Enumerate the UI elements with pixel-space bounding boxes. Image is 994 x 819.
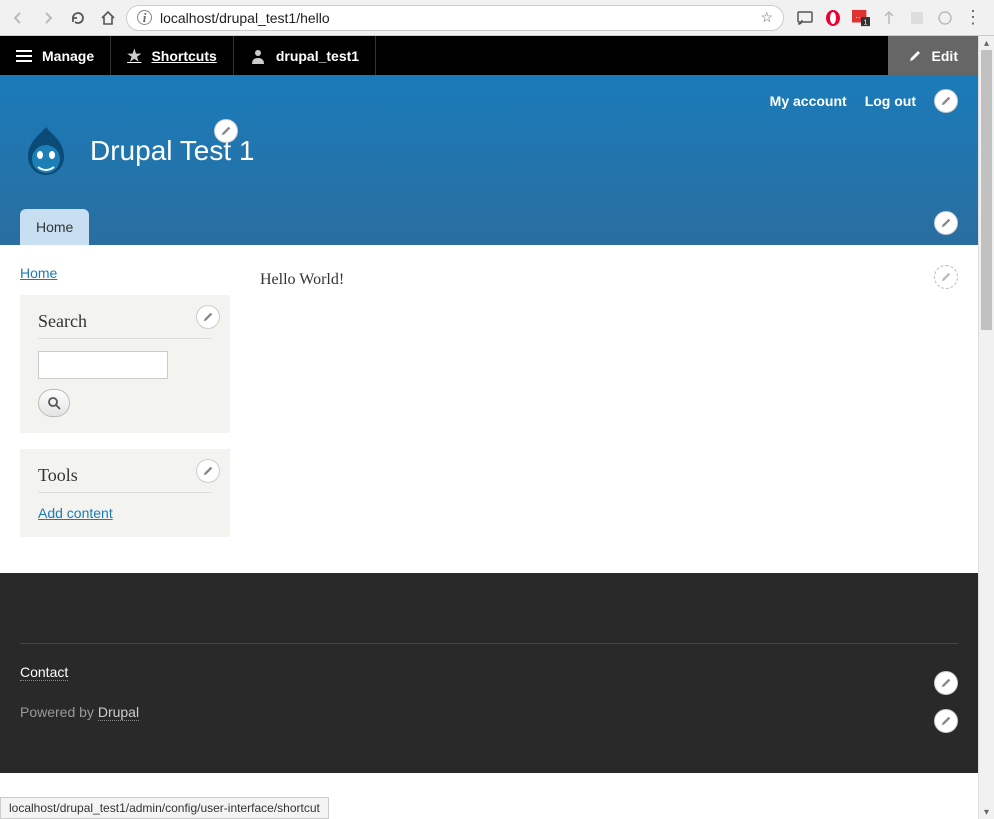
extension-icon-3[interactable] [908, 9, 926, 27]
pencil-icon [908, 49, 922, 63]
extension-badge-icon[interactable]: ⋯1 [852, 9, 870, 27]
search-block: Search [20, 295, 230, 433]
admin-toolbar: Manage ★ Shortcuts drupal_test1 Edit [0, 36, 978, 75]
manage-button[interactable]: Manage [0, 36, 111, 75]
breadcrumb: Home [20, 265, 230, 281]
user-menu-button[interactable]: drupal_test1 [234, 36, 376, 75]
tools-block-title: Tools [38, 465, 212, 493]
edit-tools-block-button[interactable] [196, 459, 220, 483]
drupal-link[interactable]: Drupal [98, 704, 139, 721]
manage-label: Manage [42, 48, 94, 64]
scroll-thumb[interactable] [981, 50, 992, 330]
browser-menu-icon[interactable]: ⋮ [964, 9, 982, 27]
home-button[interactable] [96, 6, 120, 30]
extension-icon-2[interactable] [880, 9, 898, 27]
edit-mode-button[interactable]: Edit [888, 36, 978, 75]
footer-divider [20, 643, 958, 644]
nav-tab-home[interactable]: Home [20, 209, 89, 245]
powered-by: Powered by Drupal [20, 704, 958, 720]
status-bar: localhost/drupal_test1/admin/config/user… [0, 797, 329, 819]
my-account-link[interactable]: My account [770, 93, 847, 109]
pencil-icon [202, 311, 214, 323]
logout-link[interactable]: Log out [865, 93, 916, 109]
primary-nav: Home [0, 209, 978, 245]
extension-icon-4[interactable] [936, 9, 954, 27]
back-icon [10, 10, 26, 26]
pencil-icon [940, 95, 952, 107]
vertical-scrollbar[interactable]: ▴ ▾ [978, 36, 994, 819]
url-text: localhost/drupal_test1/hello [160, 10, 752, 26]
opera-icon[interactable] [824, 9, 842, 27]
search-block-title: Search [38, 311, 212, 339]
info-icon[interactable]: i [137, 10, 152, 25]
forward-icon [40, 10, 56, 26]
home-icon [100, 10, 116, 26]
back-button[interactable] [6, 6, 30, 30]
edit-footer-powered-button[interactable] [934, 709, 958, 733]
pencil-icon [940, 217, 952, 229]
pencil-icon [220, 125, 232, 137]
search-input[interactable] [38, 351, 168, 379]
shortcuts-label: Shortcuts [151, 48, 216, 64]
hamburger-icon [16, 50, 32, 62]
user-label: drupal_test1 [276, 48, 359, 64]
scroll-down-icon[interactable]: ▾ [979, 805, 994, 819]
site-branding: Drupal Test 1 [0, 123, 978, 209]
edit-content-button[interactable] [934, 265, 958, 289]
svg-text:1: 1 [864, 17, 868, 26]
footer: Contact Powered by Drupal [0, 573, 978, 773]
edit-label: Edit [932, 48, 958, 64]
reload-icon [70, 10, 86, 26]
contact-link[interactable]: Contact [20, 664, 68, 681]
pencil-icon [202, 465, 214, 477]
pencil-icon [940, 271, 952, 283]
powered-prefix: Powered by [20, 704, 98, 720]
search-icon [47, 396, 61, 410]
main-content-wrapper: Home Search Tools Add content Hello Wo [0, 245, 978, 573]
edit-branding-button[interactable] [214, 119, 238, 143]
breadcrumb-home-link[interactable]: Home [20, 265, 57, 281]
search-submit-button[interactable] [38, 389, 70, 417]
pencil-icon [940, 677, 952, 689]
content-area: Hello World! [260, 265, 958, 553]
reload-button[interactable] [66, 6, 90, 30]
header-region: My account Log out Drupal Test 1 Home [0, 75, 978, 245]
edit-user-menu-button[interactable] [934, 89, 958, 113]
bookmark-star-icon[interactable]: ☆ [760, 9, 773, 26]
browser-extensions: ⋯1 ⋮ [790, 9, 988, 27]
user-menu: My account Log out [0, 75, 978, 123]
shortcuts-button[interactable]: ★ Shortcuts [111, 36, 234, 75]
edit-search-block-button[interactable] [196, 305, 220, 329]
pencil-icon [940, 715, 952, 727]
forward-button[interactable] [36, 6, 60, 30]
tools-block: Tools Add content [20, 449, 230, 537]
user-icon [250, 48, 266, 64]
add-content-link[interactable]: Add content [38, 505, 113, 521]
cast-icon[interactable] [796, 9, 814, 27]
sidebar: Home Search Tools Add content [20, 265, 230, 553]
star-icon: ★ [127, 46, 141, 66]
drupal-logo-icon[interactable] [20, 123, 72, 179]
page-body-text: Hello World! [260, 271, 958, 289]
edit-nav-button[interactable] [934, 211, 958, 235]
address-bar[interactable]: i localhost/drupal_test1/hello ☆ [126, 5, 784, 31]
browser-chrome: i localhost/drupal_test1/hello ☆ ⋯1 ⋮ [0, 0, 994, 36]
scroll-up-icon[interactable]: ▴ [979, 36, 994, 50]
edit-footer-contact-button[interactable] [934, 671, 958, 695]
